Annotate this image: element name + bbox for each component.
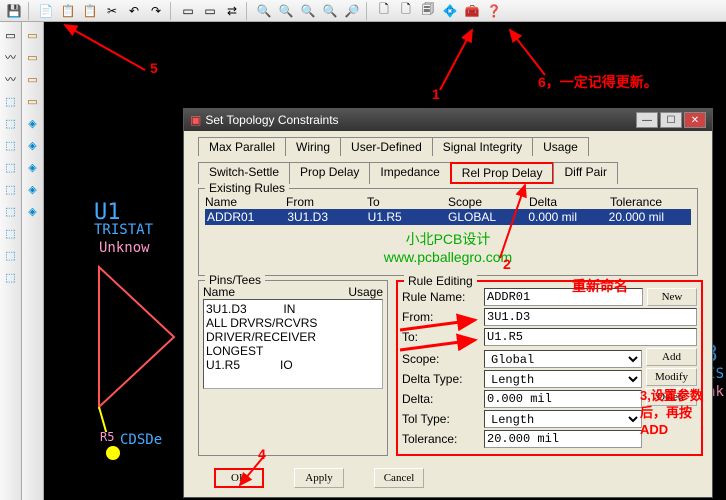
sb2-icon[interactable]: ▭	[24, 48, 42, 66]
delta-type-select[interactable]: Length	[484, 370, 642, 388]
rule-row[interactable]: ADDR01 3U1.D3 U1.R5 GLOBAL 0.000 mil 20.…	[205, 209, 691, 225]
new-button[interactable]: New	[647, 288, 697, 306]
tab-user-defined[interactable]: User-Defined	[340, 137, 433, 156]
tab-row-1: Max Parallel Wiring User-Defined Signal …	[184, 131, 712, 156]
left-toolbar-1: ▭ 〰 〰 ⬚ ⬚ ⬚ ⬚ ⬚ ⬚ ⬚ ⬚ ⬚	[0, 22, 22, 500]
dialog-title: Set Topology Constraints	[205, 113, 338, 127]
tab-diff-pair[interactable]: Diff Pair	[553, 162, 617, 184]
dialog-titlebar[interactable]: ▣ Set Topology Constraints —☐✕	[184, 109, 712, 131]
tab-usage[interactable]: Usage	[532, 137, 589, 156]
sb-icon[interactable]: ⬚	[2, 114, 20, 132]
redo-icon[interactable]: ↷	[146, 2, 166, 20]
rule-editing-group: Rule Editing Rule Name:New From: To: Sco…	[396, 280, 703, 456]
zoom-fit-icon[interactable]: 🔍	[298, 2, 318, 20]
tab-signal-integrity[interactable]: Signal Integrity	[432, 137, 533, 156]
apply-button[interactable]: Apply	[294, 468, 344, 488]
sb2-icon[interactable]: ◈	[24, 202, 42, 220]
tools-icon[interactable]: 🧰	[462, 2, 482, 20]
sb-icon[interactable]: ⬚	[2, 246, 20, 264]
sb-icon[interactable]: ⬚	[2, 92, 20, 110]
from-input[interactable]	[484, 308, 697, 326]
sb-icon[interactable]: 〰	[2, 70, 20, 88]
triangle-symbol	[94, 262, 184, 432]
minimize-button[interactable]: —	[636, 112, 658, 128]
tab-wiring[interactable]: Wiring	[285, 137, 341, 156]
report2-icon[interactable]: 🗋	[396, 2, 416, 20]
sb2-icon[interactable]: ◈	[24, 158, 42, 176]
layers2-icon[interactable]: ▭	[200, 2, 220, 20]
sb-icon[interactable]: ⬚	[2, 268, 20, 286]
scope-select[interactable]: Global	[484, 350, 642, 368]
tab-row-2: Switch-Settle Prop Delay Impedance Rel P…	[184, 156, 712, 184]
layers-icon[interactable]: ▭	[178, 2, 198, 20]
existing-rules-group: Existing Rules Name From To Scope Delta …	[198, 188, 698, 276]
sb-icon[interactable]: ⬚	[2, 202, 20, 220]
update-icon[interactable]: 🗐	[418, 2, 438, 20]
tab-impedance[interactable]: Impedance	[369, 162, 450, 184]
sb-icon[interactable]: 〰	[2, 48, 20, 66]
stack-icon[interactable]: 💠	[440, 2, 460, 20]
tolerance-input[interactable]	[484, 430, 642, 448]
dialog-buttons: OK Apply Cancel	[184, 460, 712, 496]
copy-icon[interactable]: 📋	[58, 2, 78, 20]
tol-type-select[interactable]: Length	[484, 410, 642, 428]
comp-unknown: Unknow	[99, 240, 150, 256]
main-toolbar: 💾 📄 📋 📋 ✂ ↶ ↷ ▭ ▭ ⇄ 🔍 🔍 🔍 🔍 🔎 🗋 🗋 🗐 💠 🧰 …	[0, 0, 726, 22]
to-input[interactable]	[484, 328, 697, 346]
left-toolbar-2: ▭ ▭ ▭ ▭ ◈ ◈ ◈ ◈ ◈	[22, 22, 44, 500]
tab-rel-prop-delay[interactable]: Rel Prop Delay	[450, 162, 555, 184]
pins-list[interactable]: 3U1.D3 IN ALL DRVRS/RCVRS DRIVER/RECEIVE…	[203, 299, 383, 389]
rules-header: Name From To Scope Delta Tolerance	[205, 195, 691, 209]
swap-icon[interactable]: ⇄	[222, 2, 242, 20]
doc-icon[interactable]: 📄	[36, 2, 56, 20]
sb-icon[interactable]: ⬚	[2, 224, 20, 242]
zoom-in-icon[interactable]: 🔍	[254, 2, 274, 20]
save-icon[interactable]: 💾	[4, 2, 24, 20]
delta-input[interactable]	[484, 390, 642, 408]
sb-icon[interactable]: ⬚	[2, 136, 20, 154]
report1-icon[interactable]: 🗋	[374, 2, 394, 20]
watermark: 小北PCB设计 www.pcballegro.com	[205, 229, 691, 265]
sb2-icon[interactable]: ◈	[24, 136, 42, 154]
pins-tees-group: Pins/Tees NameUsage 3U1.D3 IN ALL DRVRS/…	[198, 280, 388, 456]
r5-label: R5	[100, 430, 114, 444]
rule-name-input[interactable]	[484, 288, 643, 306]
maximize-button[interactable]: ☐	[660, 112, 682, 128]
close-button[interactable]: ✕	[684, 112, 706, 128]
modify-button[interactable]: Modify	[646, 368, 697, 386]
zoom-prev-icon[interactable]: 🔎	[342, 2, 362, 20]
paste-icon[interactable]: 📋	[80, 2, 100, 20]
node-dot	[106, 446, 120, 460]
tab-max-parallel[interactable]: Max Parallel	[198, 137, 286, 156]
existing-rules-legend: Existing Rules	[205, 181, 289, 195]
help-icon[interactable]: ❓	[484, 2, 504, 20]
sb-icon[interactable]: ⬚	[2, 180, 20, 198]
cancel-button[interactable]: Cancel	[374, 468, 424, 488]
tab-prop-delay[interactable]: Prop Delay	[289, 162, 370, 184]
ok-button[interactable]: OK	[214, 468, 264, 488]
sb2-icon[interactable]: ◈	[24, 114, 42, 132]
cdsde-label: CDSDe	[120, 432, 162, 448]
sb2-icon[interactable]: ▭	[24, 92, 42, 110]
app-icon: ▣	[190, 113, 201, 127]
zoom-sel-icon[interactable]: 🔍	[320, 2, 340, 20]
sb-icon[interactable]: ⬚	[2, 158, 20, 176]
sb2-icon[interactable]: ▭	[24, 26, 42, 44]
add-button[interactable]: Add	[646, 348, 697, 366]
cut-icon[interactable]: ✂	[102, 2, 122, 20]
undo-icon[interactable]: ↶	[124, 2, 144, 20]
sb2-icon[interactable]: ▭	[24, 70, 42, 88]
sb2-icon[interactable]: ◈	[24, 180, 42, 198]
zoom-out-icon[interactable]: 🔍	[276, 2, 296, 20]
delete-button[interactable]: Delete	[646, 388, 697, 406]
topology-constraints-dialog: ▣ Set Topology Constraints —☐✕ Max Parall…	[183, 108, 713, 498]
sb-icon[interactable]: ▭	[2, 26, 20, 44]
comp-tristat: TRISTAT	[94, 222, 153, 238]
